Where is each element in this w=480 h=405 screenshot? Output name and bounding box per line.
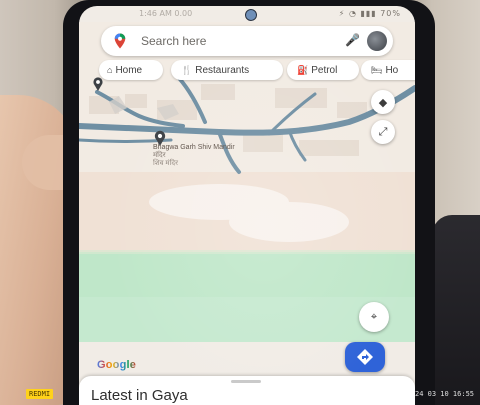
place-label-line-1: Bhagwa Garh Shiv Mandir — [153, 144, 235, 151]
phone-body: Bhagwa Garh Shiv Mandir मंदिर शिव मंदिर … — [63, 0, 435, 405]
maps-pin-icon — [114, 33, 126, 49]
category-chips: ⌂ Home 🍴 Restaurants ⛽ Petrol 🛏 Ho — [99, 60, 415, 82]
restaurant-icon: 🍴 — [181, 65, 193, 75]
chip-restaurants-label: Restaurants — [195, 65, 250, 76]
status-bar: 1:46 AM 0.00 ⚡ ◔ ▮▮▮ 70% — [79, 6, 415, 22]
phone-screen: Bhagwa Garh Shiv Mandir मंदिर शिव मंदिर … — [79, 6, 415, 405]
hotel-icon: 🛏 — [371, 65, 383, 75]
directions-icon — [357, 349, 373, 365]
sheet-drag-handle[interactable] — [231, 380, 261, 383]
chip-home[interactable]: ⌂ Home — [99, 60, 163, 80]
avatar-icon[interactable] — [367, 31, 387, 51]
google-logo: Google — [97, 359, 136, 371]
photo-scene: Bhagwa Garh Shiv Mandir मंदिर शिव मंदिर … — [0, 0, 480, 405]
status-time: 1:46 AM 0.00 — [139, 9, 193, 18]
chip-restaurants[interactable]: 🍴 Restaurants — [171, 60, 283, 80]
my-location-icon: ⌖ — [370, 310, 378, 323]
home-icon: ⌂ — [107, 65, 113, 75]
search-bar[interactable]: Search here 🎤 — [101, 26, 393, 56]
google-logo-text: Google — [97, 359, 137, 371]
chip-petrol-label: Petrol — [311, 65, 338, 76]
chip-hotels[interactable]: 🛏 Ho — [361, 60, 415, 80]
my-location-button[interactable]: ⌖ — [359, 302, 389, 332]
layers-button[interactable]: ◆ — [371, 90, 395, 114]
compass-icon: ⤢ — [378, 125, 388, 138]
layers-icon: ◆ — [378, 96, 388, 109]
fuel-icon: ⛽ — [297, 65, 309, 75]
camera-timestamp: 2024 03 10 16:55 — [406, 390, 474, 398]
map-place-label[interactable]: Bhagwa Garh Shiv Mandir मंदिर शिव मंदिर — [153, 144, 263, 168]
microphone-icon[interactable]: 🎤 — [345, 33, 360, 47]
chip-hotels-label: Ho — [385, 65, 399, 76]
bottom-sheet[interactable]: Latest in Gaya — [79, 376, 415, 405]
front-camera — [245, 9, 257, 21]
compass-button[interactable]: ⤢ — [371, 120, 395, 144]
chip-home-label: Home — [115, 65, 143, 76]
place-label-line-3: शिव मंदिर — [153, 160, 178, 167]
dark-sleeve — [432, 215, 480, 405]
place-label-line-2: मंदिर — [153, 152, 166, 159]
directions-button[interactable] — [345, 342, 385, 372]
camera-watermark-left: REDMI — [26, 389, 54, 399]
status-icons: ⚡ ◔ ▮▮▮ 70% — [338, 9, 401, 18]
chip-petrol[interactable]: ⛽ Petrol — [287, 60, 359, 80]
bottom-sheet-title: Latest in Gaya — [91, 387, 188, 404]
search-input[interactable]: Search here — [141, 34, 206, 48]
